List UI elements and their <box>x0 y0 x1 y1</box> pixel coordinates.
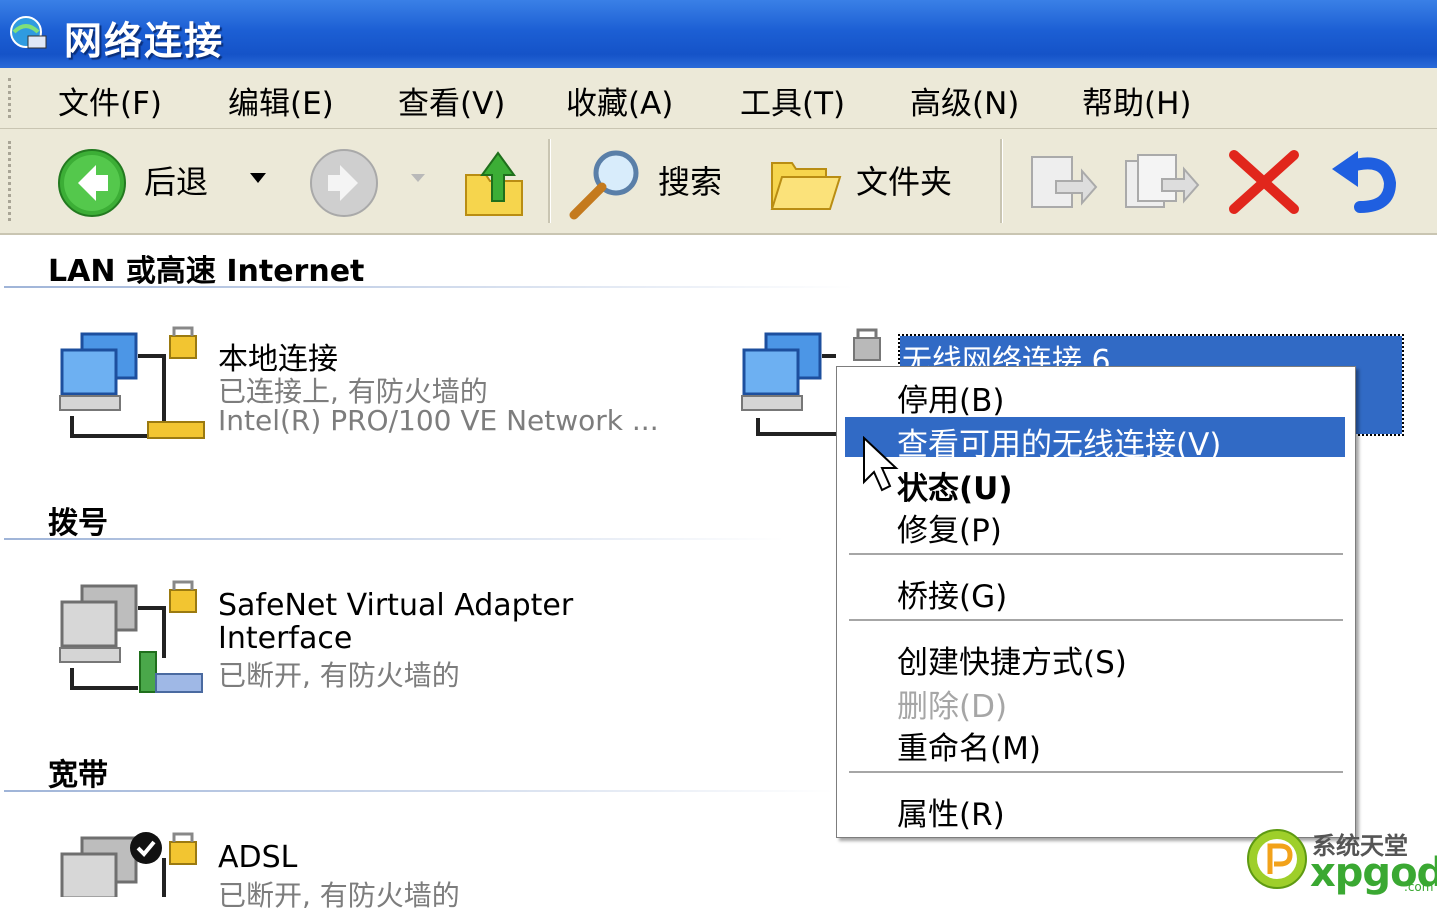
safenet-connection-name-1[interactable]: SafeNet Virtual Adapter <box>218 588 573 623</box>
context-properties[interactable]: 属性(R) <box>845 787 1345 833</box>
context-separator <box>849 553 1343 555</box>
context-repair[interactable]: 修复(P) <box>845 503 1345 549</box>
folders-icon[interactable] <box>770 151 842 215</box>
lan-connection-icon[interactable] <box>52 326 208 450</box>
menu-edit[interactable]: 编辑(E) <box>228 78 334 123</box>
vpn-connection-icon[interactable] <box>52 578 208 702</box>
toolbar-grip[interactable] <box>8 141 21 221</box>
folders-button-label[interactable]: 文件夹 <box>856 157 952 203</box>
watermark-suffix: .com <box>1404 880 1434 894</box>
menu-view[interactable]: 查看(V) <box>398 78 505 123</box>
context-status[interactable]: 状态(U) <box>845 461 1345 507</box>
toolbar-separator <box>1000 139 1003 223</box>
network-connections-icon <box>10 16 47 49</box>
move-to-icon <box>1031 156 1098 208</box>
mouse-cursor-icon <box>863 436 899 492</box>
group-title-dialup: 拨号 <box>48 506 108 541</box>
menu-tools[interactable]: 工具(T) <box>740 78 845 123</box>
adsl-connection-icon[interactable] <box>52 830 208 897</box>
context-rename[interactable]: 重命名(M) <box>845 721 1345 767</box>
context-bridge[interactable]: 桥接(G) <box>845 569 1345 615</box>
title-bar: 网络连接 <box>0 0 1437 68</box>
group-title-broadband: 宽带 <box>48 758 108 793</box>
safenet-connection-status: 已断开, 有防火墙的 <box>218 659 460 692</box>
menu-favorites[interactable]: 收藏(A) <box>566 78 673 123</box>
window-title: 网络连接 <box>64 19 225 63</box>
adsl-connection-status: 已断开, 有防火墙的 <box>218 879 460 912</box>
search-icon[interactable] <box>566 145 648 221</box>
toolbar: 后退 搜索 文件夹 <box>0 129 1437 235</box>
back-arrow-icon[interactable] <box>56 147 128 219</box>
context-menu: 停用(B) 查看可用的无线连接(V) 状态(U) 修复(P) 桥接(G) 创建快… <box>836 366 1356 838</box>
back-dropdown-icon[interactable] <box>248 171 268 185</box>
menubar-grip[interactable] <box>8 78 21 118</box>
context-separator <box>849 771 1343 773</box>
group-divider <box>4 286 854 288</box>
up-folder-icon[interactable] <box>462 145 528 219</box>
group-divider <box>4 538 784 540</box>
search-button-label[interactable]: 搜索 <box>658 157 722 203</box>
menu-advanced[interactable]: 高级(N) <box>910 78 1019 123</box>
toolbar-separator <box>548 139 551 223</box>
watermark-logo: 系统天堂 xpgod .com <box>1246 826 1437 897</box>
context-separator <box>849 619 1343 621</box>
group-title-lan: LAN 或高速 Internet <box>48 254 365 289</box>
copy-to-icon <box>1125 154 1200 208</box>
context-disable[interactable]: 停用(B) <box>845 373 1345 419</box>
menu-help[interactable]: 帮助(H) <box>1082 78 1192 123</box>
delete-icon[interactable] <box>1228 149 1300 215</box>
context-view-wireless[interactable]: 查看可用的无线连接(V) <box>845 417 1345 463</box>
undo-icon[interactable] <box>1328 147 1400 217</box>
group-divider <box>4 790 834 792</box>
context-create-shortcut[interactable]: 创建快捷方式(S) <box>845 635 1345 681</box>
context-delete: 删除(D) <box>897 689 1008 725</box>
forward-dropdown-icon <box>411 174 425 182</box>
menu-bar: 文件(F) 编辑(E) 查看(V) 收藏(A) 工具(T) 高级(N) 帮助(H… <box>0 68 1437 129</box>
safenet-connection-name-2[interactable]: Interface <box>218 621 352 656</box>
back-button-label[interactable]: 后退 <box>144 157 208 203</box>
forward-arrow-icon <box>310 149 378 217</box>
local-connection-device: Intel(R) PRO/100 VE Network ... <box>218 404 659 437</box>
menu-file[interactable]: 文件(F) <box>58 78 162 123</box>
watermark-logo-icon <box>1247 829 1307 889</box>
adsl-connection-name[interactable]: ADSL <box>218 840 297 875</box>
